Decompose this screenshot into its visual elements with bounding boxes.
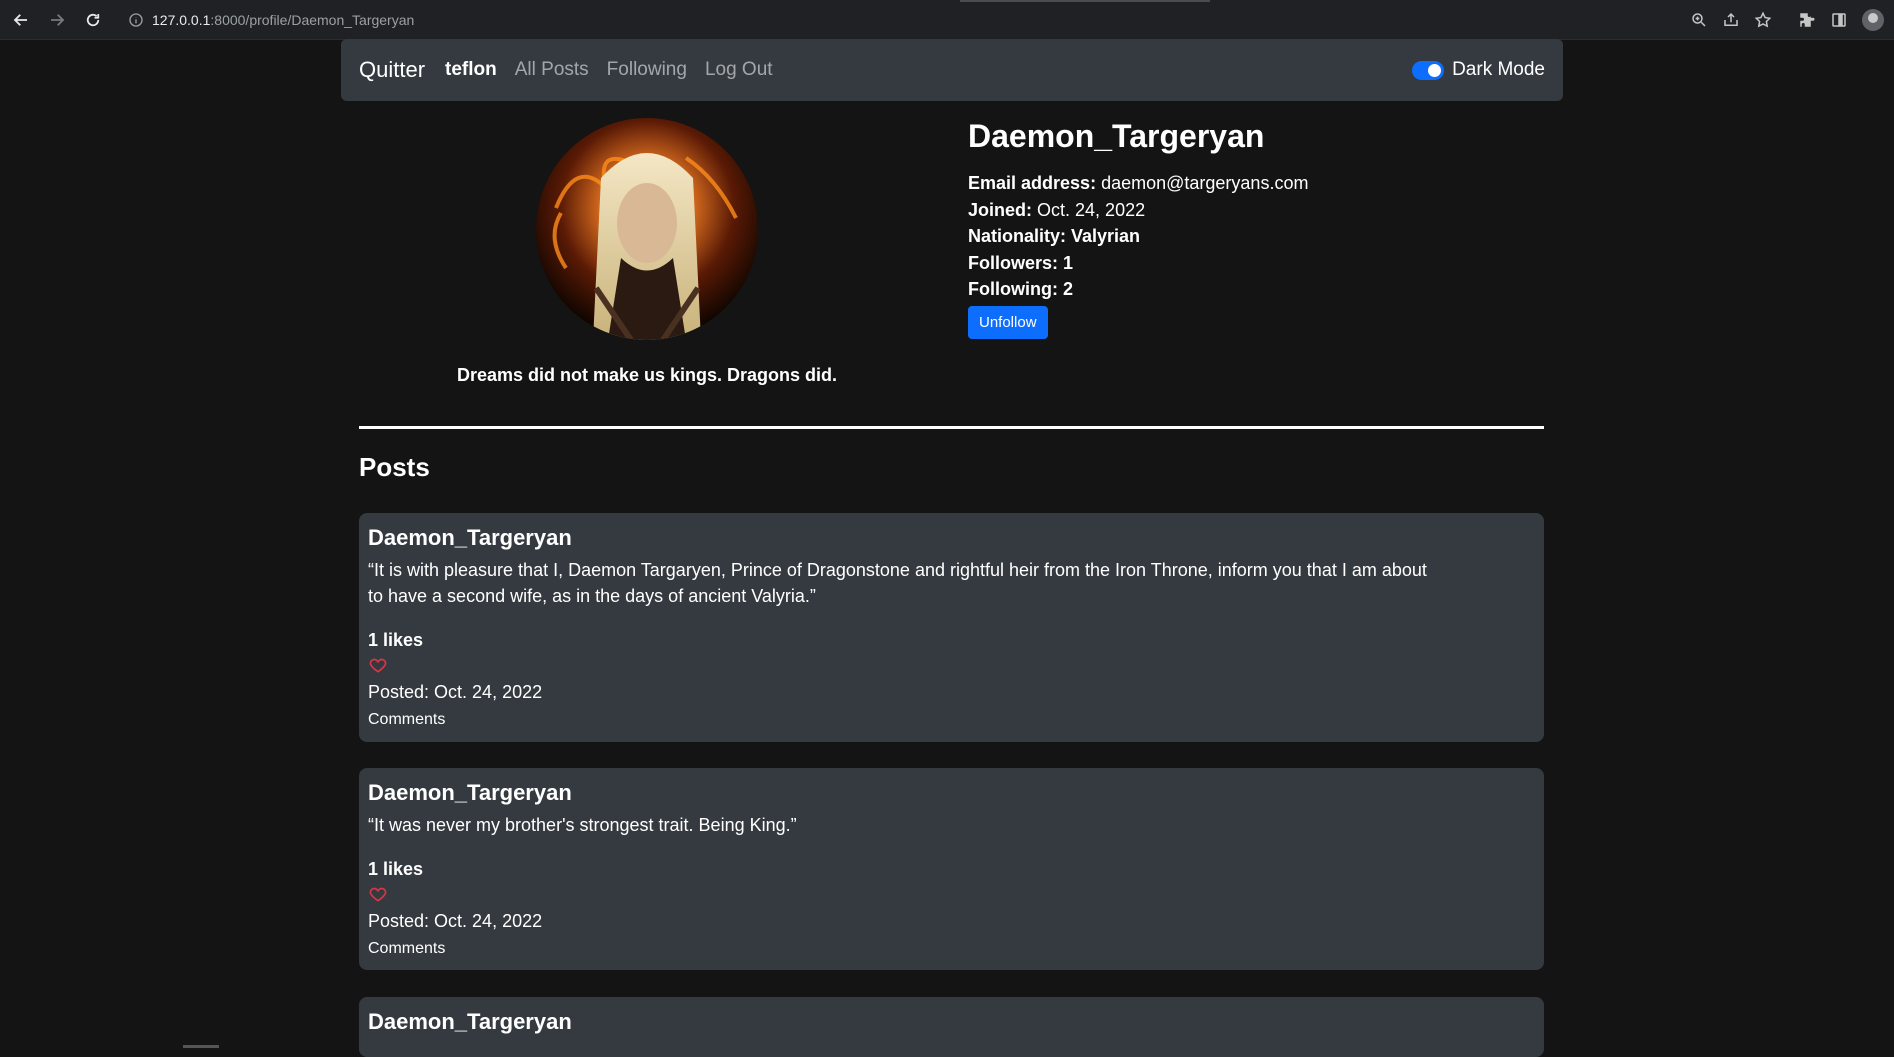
- brand-logo[interactable]: Quitter: [359, 57, 425, 83]
- post-content: “It was never my brother's strongest tra…: [368, 815, 797, 835]
- email-value: daemon@targeryans.com: [1101, 173, 1309, 193]
- nationality-text: Nationality: Valyrian: [968, 226, 1141, 246]
- post-author[interactable]: Daemon_Targeryan: [368, 523, 1535, 553]
- zoom-icon[interactable]: [1690, 11, 1708, 29]
- heart-icon[interactable]: [368, 884, 388, 904]
- nav-all-posts[interactable]: All Posts: [515, 59, 589, 81]
- nav-log-out[interactable]: Log Out: [705, 59, 773, 81]
- extensions-icon[interactable]: [1798, 11, 1816, 29]
- profile-username: Daemon_Targeryan: [968, 118, 1265, 154]
- nav-following[interactable]: Following: [607, 59, 687, 81]
- profile-info: Daemon_Targeryan Email address: daemon@t…: [968, 116, 1308, 339]
- profile-bio: Dreams did not make us kings. Dragons di…: [456, 365, 838, 385]
- tab-strip-edge: [960, 0, 1210, 2]
- browser-profile-avatar[interactable]: [1862, 9, 1884, 31]
- nationality-row: Nationality: Valyrian: [968, 223, 1308, 250]
- unfollow-button[interactable]: Unfollow: [968, 305, 1048, 339]
- post-card: Daemon_Targeryan: [359, 997, 1544, 1057]
- post-card: Daemon_Targeryan “It is with pleasure th…: [359, 513, 1544, 742]
- email-label: Email address:: [968, 173, 1097, 193]
- dark-mode-control: Dark Mode: [1412, 39, 1545, 101]
- nav-user-profile[interactable]: teflon: [445, 59, 497, 81]
- post-author[interactable]: Daemon_Targeryan: [368, 778, 1535, 808]
- post-card: Daemon_Targeryan “It was never my brothe…: [359, 768, 1544, 970]
- post-date: Posted: Oct. 24, 2022: [368, 911, 543, 931]
- share-icon[interactable]: [1722, 11, 1740, 29]
- post-author[interactable]: Daemon_Targeryan: [368, 1007, 1535, 1037]
- posts-heading: Posts: [359, 452, 430, 482]
- following-text: Following: 2: [968, 279, 1073, 299]
- joined-label: Joined:: [968, 199, 1033, 220]
- avatar-portrait-image: [536, 118, 758, 340]
- following-count: Following: 2: [968, 276, 1308, 303]
- app-navbar: Quitter teflon All Posts Following Log O…: [341, 39, 1563, 101]
- followers-text: Followers: 1: [968, 252, 1074, 273]
- joined-row: Joined: Oct. 24, 2022: [968, 197, 1308, 224]
- address-bar[interactable]: 127.0.0.1:8000/profile/Daemon_Targeryan: [128, 12, 414, 28]
- dark-mode-label: Dark Mode: [1452, 59, 1545, 80]
- post-likes-count: 1 likes: [368, 630, 424, 650]
- side-panel-icon[interactable]: [1830, 11, 1848, 29]
- email-row: Email address: daemon@targeryans.com: [968, 170, 1308, 197]
- heart-icon[interactable]: [368, 655, 388, 675]
- back-icon[interactable]: [6, 5, 36, 35]
- url-host: 127.0.0.1: [152, 11, 211, 28]
- browser-toolbar: 127.0.0.1:8000/profile/Daemon_Targeryan: [0, 0, 1894, 40]
- comments-link[interactable]: Comments: [368, 937, 1535, 961]
- joined-value: Oct. 24, 2022: [1037, 199, 1146, 220]
- site-info-icon[interactable]: [128, 12, 144, 28]
- reload-icon[interactable]: [78, 5, 108, 35]
- section-divider: [359, 426, 1544, 429]
- followers-count: Followers: 1: [968, 250, 1308, 277]
- profile-avatar: [536, 118, 758, 340]
- bookmark-star-icon[interactable]: [1754, 11, 1772, 29]
- post-likes-count: 1 likes: [368, 859, 424, 879]
- post-date: Posted: Oct. 24, 2022: [368, 682, 543, 702]
- dark-mode-switch[interactable]: [1412, 60, 1445, 80]
- post-content: “It is with pleasure that I, Daemon Targ…: [368, 560, 1427, 606]
- url-path: :8000/profile/Daemon_Targeryan: [210, 11, 415, 28]
- comments-link[interactable]: Comments: [368, 708, 1535, 732]
- browser-actions: [1690, 0, 1884, 40]
- forward-icon[interactable]: [42, 5, 72, 35]
